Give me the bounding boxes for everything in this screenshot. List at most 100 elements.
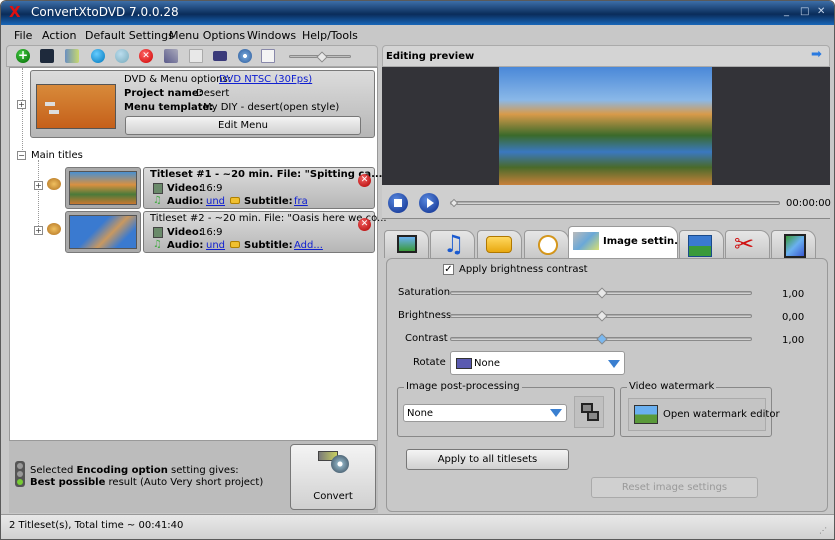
rotate-select[interactable]: None (450, 351, 625, 375)
disc-icon (331, 455, 349, 473)
collapse-main-titles-toggle[interactable]: − (17, 151, 26, 160)
menu-action[interactable]: Action (42, 29, 76, 42)
post-processing-select[interactable]: None (403, 404, 567, 422)
rotate-value: None (474, 358, 501, 369)
zoom-slider-knob[interactable] (316, 51, 328, 63)
titleset-card[interactable]: Titleset #2 - ~20 min. File: "Oasis here… (143, 211, 387, 253)
chapters-icon[interactable] (189, 49, 203, 63)
menu-thumbnail[interactable] (36, 84, 116, 129)
subtitle-label: Subtitle: (244, 196, 293, 207)
audio-link[interactable]: und (206, 240, 225, 252)
maximize-button[interactable]: □ (800, 7, 809, 17)
post-processing-options-button[interactable] (574, 396, 604, 428)
chapters-tab[interactable] (524, 230, 569, 258)
save-icon[interactable] (40, 49, 54, 63)
brightness-value: 0,00 (782, 312, 805, 323)
preview-frame (499, 67, 712, 185)
convert-button[interactable]: Convert (290, 444, 376, 510)
brightness-slider[interactable] (450, 310, 752, 322)
titleset-thumbnail[interactable] (69, 171, 137, 205)
video-preview (382, 67, 830, 185)
close-button[interactable]: ✕ (817, 7, 825, 17)
status-bar: 2 Titleset(s), Total time ~ 00:41:40 ⋰ (1, 514, 834, 539)
audio-tab[interactable]: ♫ (430, 230, 475, 258)
apply-brightness-label: Apply brightness contrast (459, 264, 588, 275)
crop-tab[interactable] (679, 230, 724, 258)
merge-tab[interactable] (771, 230, 816, 258)
reset-image-settings-button[interactable]: Reset image settings (591, 477, 758, 498)
titleset-thumbnail[interactable] (69, 215, 137, 249)
subtitle-tab[interactable] (477, 230, 522, 258)
dvd-menu-options-link[interactable]: DVD NTSC (30Fps) (219, 74, 312, 86)
project-name-value: Desert (196, 88, 230, 99)
video-watermark-title: Video watermark (627, 381, 717, 393)
menu-file[interactable]: File (14, 29, 32, 42)
open-watermark-editor-button[interactable]: Open watermark editor (628, 398, 780, 431)
contrast-label: Contrast (405, 333, 448, 344)
play-button[interactable] (419, 193, 439, 213)
saturation-knob[interactable] (596, 287, 608, 299)
dropdown-arrow-icon (550, 409, 562, 417)
film-edit-icon (784, 234, 806, 258)
disc-icon[interactable] (238, 49, 252, 63)
resize-grip-icon[interactable]: ⋰ (819, 525, 827, 537)
subtitle-icon (230, 241, 240, 248)
post-processing-value: None (407, 408, 434, 419)
cut-tab[interactable]: ✂ (725, 230, 770, 258)
menu-template-label: Menu template: (124, 102, 214, 113)
log-icon[interactable] (261, 49, 275, 63)
watermark-button-label: Open watermark editor (663, 409, 780, 420)
tools-icon[interactable] (164, 49, 178, 63)
edit-menu-button[interactable]: Edit Menu (125, 116, 361, 135)
expand-titleset-toggle[interactable]: + (34, 181, 43, 190)
expand-menu-toggle[interactable]: + (17, 100, 26, 109)
image-settings-tab[interactable]: Image settin... (568, 226, 686, 258)
video-tab[interactable] (384, 230, 429, 258)
remove-titleset-icon[interactable]: ✕ (358, 218, 371, 231)
brightness-label: Brightness (398, 310, 452, 321)
seek-knob[interactable] (449, 198, 459, 208)
monitor-icon[interactable] (213, 51, 227, 61)
titleset-thumbnail-frame (65, 211, 141, 253)
subtitle-link[interactable]: fra (294, 196, 308, 208)
move-down-icon[interactable] (91, 49, 105, 63)
titles-tree: + DVD & Menu options: DVD NTSC (30Fps) P… (9, 67, 387, 441)
remove-icon[interactable]: ✕ (139, 49, 153, 63)
settings-icon[interactable] (65, 49, 79, 63)
project-card: DVD & Menu options: DVD NTSC (30Fps) Pro… (30, 70, 375, 138)
menu-menu-options[interactable]: Menu Options (169, 29, 245, 42)
filmstrip-icon (397, 235, 417, 253)
video-icon (153, 183, 163, 194)
saturation-label: Saturation (398, 287, 451, 298)
minimize-button[interactable]: _ (784, 7, 789, 17)
contrast-knob[interactable] (596, 333, 608, 345)
seek-bar[interactable] (449, 198, 780, 208)
subtitle-add-link[interactable]: Add... (294, 240, 323, 252)
editing-preview-header: Editing preview ➡ (382, 45, 830, 67)
apply-brightness-checkbox[interactable]: ✓ (443, 264, 454, 275)
remove-titleset-icon[interactable]: ✕ (358, 174, 371, 187)
titleset-thumbnail-frame (65, 167, 141, 209)
video-value: 16:9 (200, 227, 223, 238)
saturation-value: 1,00 (782, 289, 805, 300)
move-up-icon[interactable] (115, 49, 129, 63)
stop-button[interactable] (388, 193, 408, 213)
menu-help-tools[interactable]: Help/Tools (302, 29, 358, 42)
add-icon[interactable]: + (16, 49, 30, 63)
apply-to-all-button[interactable]: Apply to all titlesets (406, 449, 569, 470)
menu-default-settings[interactable]: Default Settings (85, 29, 174, 42)
zoom-slider[interactable] (289, 51, 351, 63)
contrast-slider[interactable] (450, 333, 752, 345)
dropdown-arrow-icon (608, 360, 620, 368)
project-name-label: Project name: (124, 88, 203, 99)
project-panel: + ✕ + DVD & Menu options: DVD NTSC (30Fp… (6, 45, 387, 513)
audio-link[interactable]: und (206, 196, 225, 208)
menu-windows[interactable]: Windows (247, 29, 296, 42)
brightness-knob[interactable] (596, 310, 608, 322)
encoding-line-1: Selected Encoding option setting gives: (30, 465, 239, 476)
titleset-card[interactable]: Titleset #1 - ~20 min. File: "Spitting c… (143, 167, 382, 209)
saturation-slider[interactable] (450, 287, 752, 299)
arrow-right-icon[interactable]: ➡ (811, 48, 822, 61)
expand-titleset-toggle[interactable]: + (34, 226, 43, 235)
monitor-icon (456, 358, 472, 369)
